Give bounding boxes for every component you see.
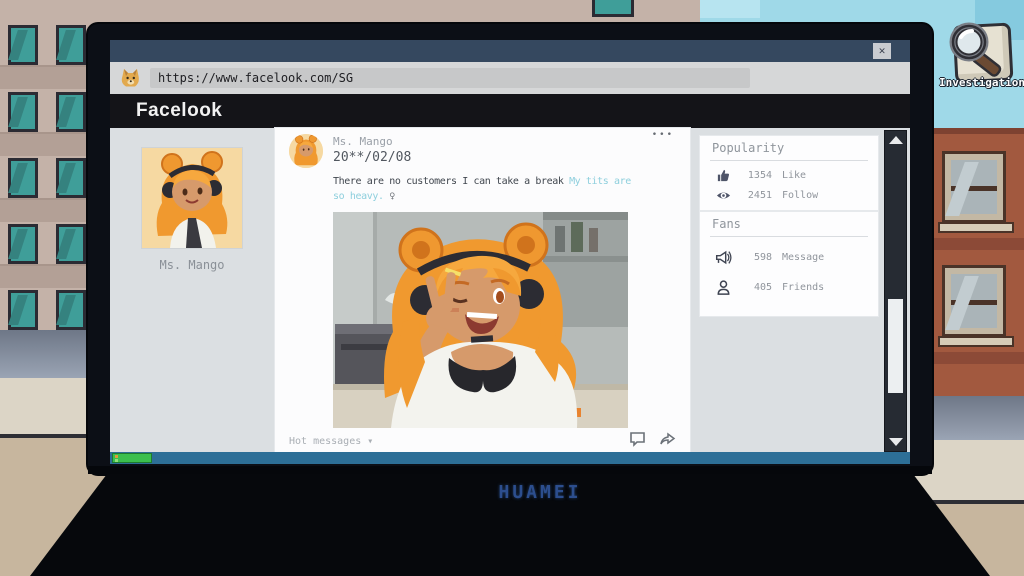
eye-icon — [714, 186, 732, 204]
window — [8, 224, 38, 264]
post-card: Ms. Mango 20**/02/08 ••• There are no cu… — [275, 128, 690, 452]
window — [56, 290, 86, 330]
post-author-avatar[interactable] — [289, 134, 323, 168]
post-emoji: ♀ — [389, 191, 395, 202]
window — [945, 268, 1003, 334]
browser-urlbar — [110, 62, 910, 94]
post-menu-button[interactable]: ••• — [652, 130, 674, 140]
post-text-plain: There are no customers I can take a brea… — [333, 176, 569, 187]
url-input[interactable] — [150, 68, 750, 88]
divider — [710, 236, 868, 237]
scrollbar[interactable] — [884, 130, 907, 452]
follow-label: Follow — [782, 190, 818, 201]
profile-name: Ms. Mango — [122, 258, 262, 272]
laptop-hinge — [88, 466, 932, 474]
window — [8, 25, 38, 65]
window — [8, 158, 38, 198]
follow-count: 2451 — [742, 190, 772, 201]
magnifier-icon — [942, 20, 1014, 82]
like-label: Like — [782, 170, 806, 181]
message-count: 598 — [742, 252, 772, 263]
window — [8, 290, 38, 330]
friends-label: Friends — [782, 282, 824, 293]
browser-window: ✕ Facelook — [110, 40, 910, 464]
post-date: 20**/02/08 — [333, 150, 411, 165]
window — [56, 92, 86, 132]
divider — [710, 160, 868, 161]
like-count: 1354 — [742, 170, 772, 181]
close-button[interactable]: ✕ — [873, 43, 891, 59]
thumbs-up-icon — [714, 166, 732, 184]
site-brand: Facelook — [136, 94, 222, 128]
message-label: Message — [782, 252, 824, 263]
investigation-label: Investigation — [932, 76, 1024, 89]
share-icon[interactable] — [659, 430, 676, 447]
laptop-brand-logo: HUAMEI — [60, 482, 1020, 503]
sky-detail — [700, 0, 760, 18]
window — [8, 92, 38, 132]
post-image[interactable] — [333, 212, 628, 428]
doge-favicon-icon — [118, 66, 142, 90]
investigation-button[interactable]: Investigation — [942, 20, 1022, 96]
window-sill — [938, 222, 1014, 233]
window — [56, 158, 86, 198]
window — [945, 154, 1003, 220]
scroll-down-icon[interactable] — [889, 438, 903, 446]
status-dot — [115, 459, 118, 462]
comment-icon[interactable] — [629, 430, 646, 447]
window — [56, 224, 86, 264]
friends-count: 405 — [742, 282, 772, 293]
laptop-base: HUAMEI — [30, 470, 990, 576]
status-indicator — [112, 453, 152, 463]
fans-title: Fans — [712, 217, 741, 231]
site-header: Facelook — [110, 94, 910, 128]
popularity-card: Popularity 1354 Like — [700, 136, 878, 210]
fans-card: Fans 598 Message — [700, 212, 878, 316]
post-text: There are no customers I can take a brea… — [333, 174, 641, 204]
follow-stat-row: 2451 Follow — [714, 186, 872, 204]
like-stat-row: 1354 Like — [714, 166, 872, 184]
hot-messages-dropdown[interactable]: Hot messages ▾ — [289, 436, 373, 447]
page-content: Ms. Mango Ms. Mango 20**/02/08 ••• There… — [110, 128, 910, 452]
window-sill — [938, 336, 1014, 347]
status-dot — [115, 455, 118, 458]
scroll-up-icon[interactable] — [889, 136, 903, 144]
post-author-name: Ms. Mango — [333, 135, 393, 148]
status-bar — [110, 452, 910, 464]
scrollbar-thumb[interactable] — [888, 299, 903, 393]
window — [56, 25, 86, 65]
browser-titlebar: ✕ — [110, 40, 910, 62]
person-icon — [714, 278, 732, 296]
popularity-title: Popularity — [712, 141, 784, 155]
window — [592, 0, 634, 17]
profile-avatar[interactable] — [142, 148, 242, 248]
message-stat-row: 598 Message — [714, 248, 872, 266]
megaphone-icon — [714, 248, 732, 266]
friends-stat-row: 405 Friends — [714, 278, 872, 296]
